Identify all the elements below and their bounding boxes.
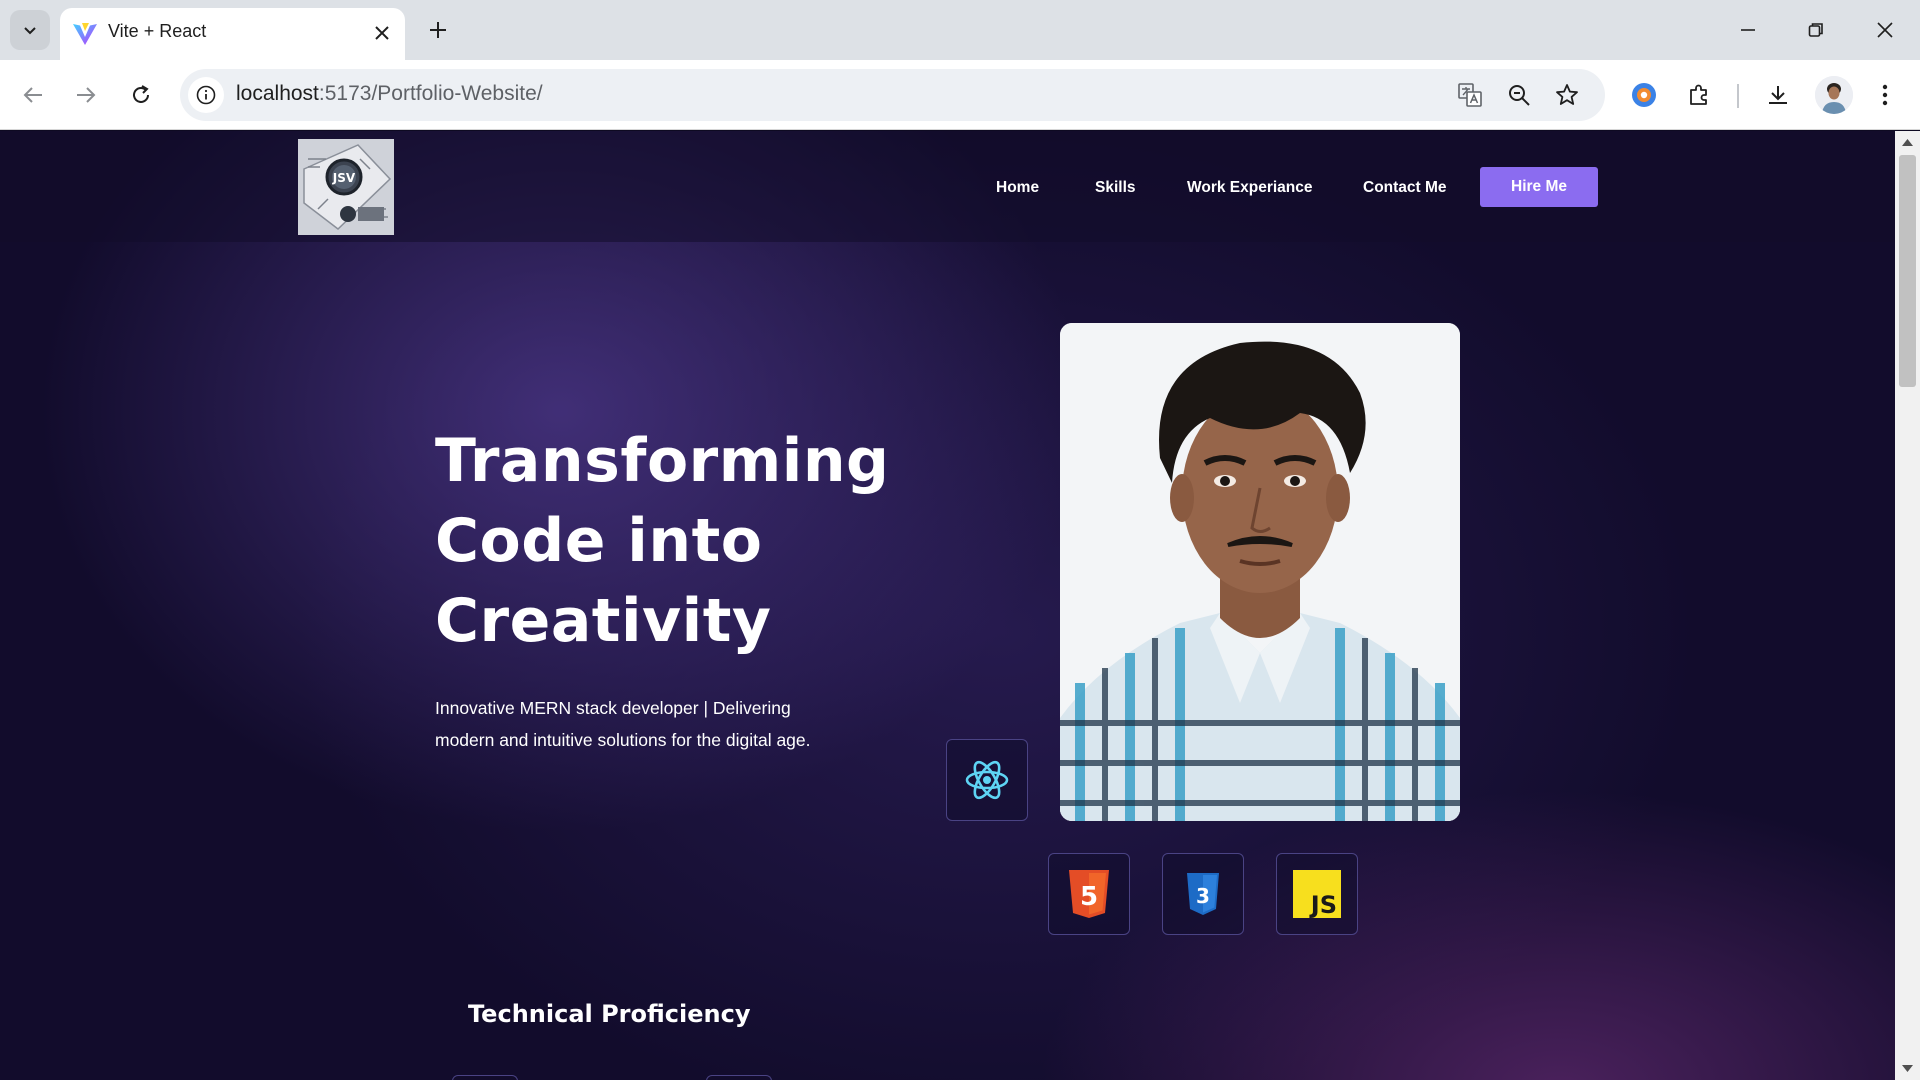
scroll-up-icon[interactable] <box>1901 137 1914 147</box>
reload-icon <box>133 85 149 103</box>
scrollbar-thumb[interactable] <box>1899 155 1916 387</box>
css3-icon: 3 <box>1187 873 1219 915</box>
skill-card-peek <box>706 1075 772 1080</box>
arrow-right-icon <box>77 87 96 103</box>
css3-tile: 3 <box>1162 853 1244 935</box>
hero-title-line: Creativity <box>435 586 772 656</box>
close-icon <box>1877 22 1893 38</box>
react-icon <box>965 760 1009 800</box>
javascript-tile: JS <box>1276 853 1358 935</box>
download-icon <box>1769 86 1787 104</box>
hero-subtitle: Innovative MERN stack developer | Delive… <box>435 692 855 756</box>
site-info-button[interactable] <box>188 77 224 113</box>
hire-me-button[interactable]: Hire Me <box>1480 167 1598 207</box>
chevron-down-icon <box>24 27 36 35</box>
minimize-icon <box>1741 29 1755 31</box>
page-scrollbar[interactable] <box>1895 131 1920 1080</box>
portrait-image <box>1060 323 1460 821</box>
javascript-label: JS <box>1309 891 1337 918</box>
url-host: localhost <box>236 82 319 105</box>
minimize-button[interactable] <box>1725 10 1771 50</box>
avatar-icon <box>1815 76 1853 114</box>
translate-button[interactable] <box>1454 79 1486 111</box>
section-title-technical-proficiency: Technical Proficiency <box>468 1000 751 1028</box>
extension-shield-icon <box>1632 83 1656 107</box>
puzzle-icon <box>1690 84 1707 105</box>
profile-photo <box>1060 323 1460 821</box>
react-tile <box>946 739 1028 821</box>
site-navbar: JSV Home Skills Work Experiance Contact … <box>0 131 1895 242</box>
scroll-down-icon[interactable] <box>1901 1064 1914 1074</box>
toolbar-divider <box>1737 84 1739 108</box>
nav-contact-me[interactable]: Contact Me <box>1363 179 1447 197</box>
hero-subtitle-line: modern and intuitive solutions for the d… <box>435 730 811 750</box>
downloads-button[interactable] <box>1759 76 1797 114</box>
nav-skills[interactable]: Skills <box>1095 179 1136 197</box>
html5-icon: 5 <box>1069 870 1109 918</box>
vite-icon <box>73 23 97 45</box>
info-icon <box>196 85 216 105</box>
zoom-out-icon <box>1509 85 1530 106</box>
more-vertical-icon <box>1882 84 1888 106</box>
browser-tab-bar: Vite + React <box>0 0 1920 60</box>
html5-label: 5 <box>1080 882 1098 912</box>
logo-image: JSV <box>298 139 394 235</box>
logo-text: JSV <box>332 171 356 185</box>
browser-toolbar: localhost:5173/Portfolio-Website/ <box>0 60 1920 130</box>
css3-label: 3 <box>1196 884 1210 908</box>
back-button[interactable] <box>14 76 52 114</box>
restore-icon <box>1808 23 1823 37</box>
site-logo[interactable]: JSV <box>298 139 394 235</box>
tab-title: Vite + React <box>108 21 207 41</box>
forward-button[interactable] <box>67 76 105 114</box>
browser-menu-button[interactable] <box>1866 76 1904 114</box>
zoom-button[interactable] <box>1503 79 1535 111</box>
bookmark-button[interactable] <box>1551 79 1583 111</box>
arrow-left-icon <box>23 87 42 103</box>
url-text[interactable]: localhost:5173/Portfolio-Website/ <box>236 82 543 106</box>
extension-button[interactable] <box>1625 76 1663 114</box>
plus-icon <box>430 22 446 38</box>
page-viewport: JSV Home Skills Work Experiance Contact … <box>0 131 1895 1080</box>
restore-button[interactable] <box>1793 10 1839 50</box>
url-path: :5173/Portfolio-Website/ <box>318 82 543 105</box>
new-tab-button[interactable] <box>422 14 454 46</box>
hero-title: Transforming Code into Creativity <box>435 421 915 661</box>
profile-avatar[interactable] <box>1815 76 1853 114</box>
tab-search-button[interactable] <box>10 10 50 50</box>
reload-button[interactable] <box>122 76 160 114</box>
hero-title-line: Code into <box>435 506 763 576</box>
browser-tab[interactable]: Vite + React <box>60 8 405 60</box>
hero-title-line: Transforming <box>435 426 890 496</box>
close-window-button[interactable] <box>1862 10 1908 50</box>
address-bar[interactable]: localhost:5173/Portfolio-Website/ <box>180 69 1605 121</box>
close-icon <box>375 26 389 40</box>
tab-close-button[interactable] <box>369 20 395 46</box>
html5-tile: 5 <box>1048 853 1130 935</box>
javascript-icon: JS <box>1293 870 1341 918</box>
nav-home[interactable]: Home <box>996 179 1039 197</box>
skill-card-peek <box>452 1075 518 1080</box>
hero-subtitle-line: Innovative MERN stack developer | Delive… <box>435 698 791 718</box>
extensions-menu-button[interactable] <box>1680 76 1718 114</box>
translate-icon <box>1458 83 1482 107</box>
nav-work-experience[interactable]: Work Experiance <box>1187 179 1313 197</box>
star-icon <box>1556 84 1578 105</box>
